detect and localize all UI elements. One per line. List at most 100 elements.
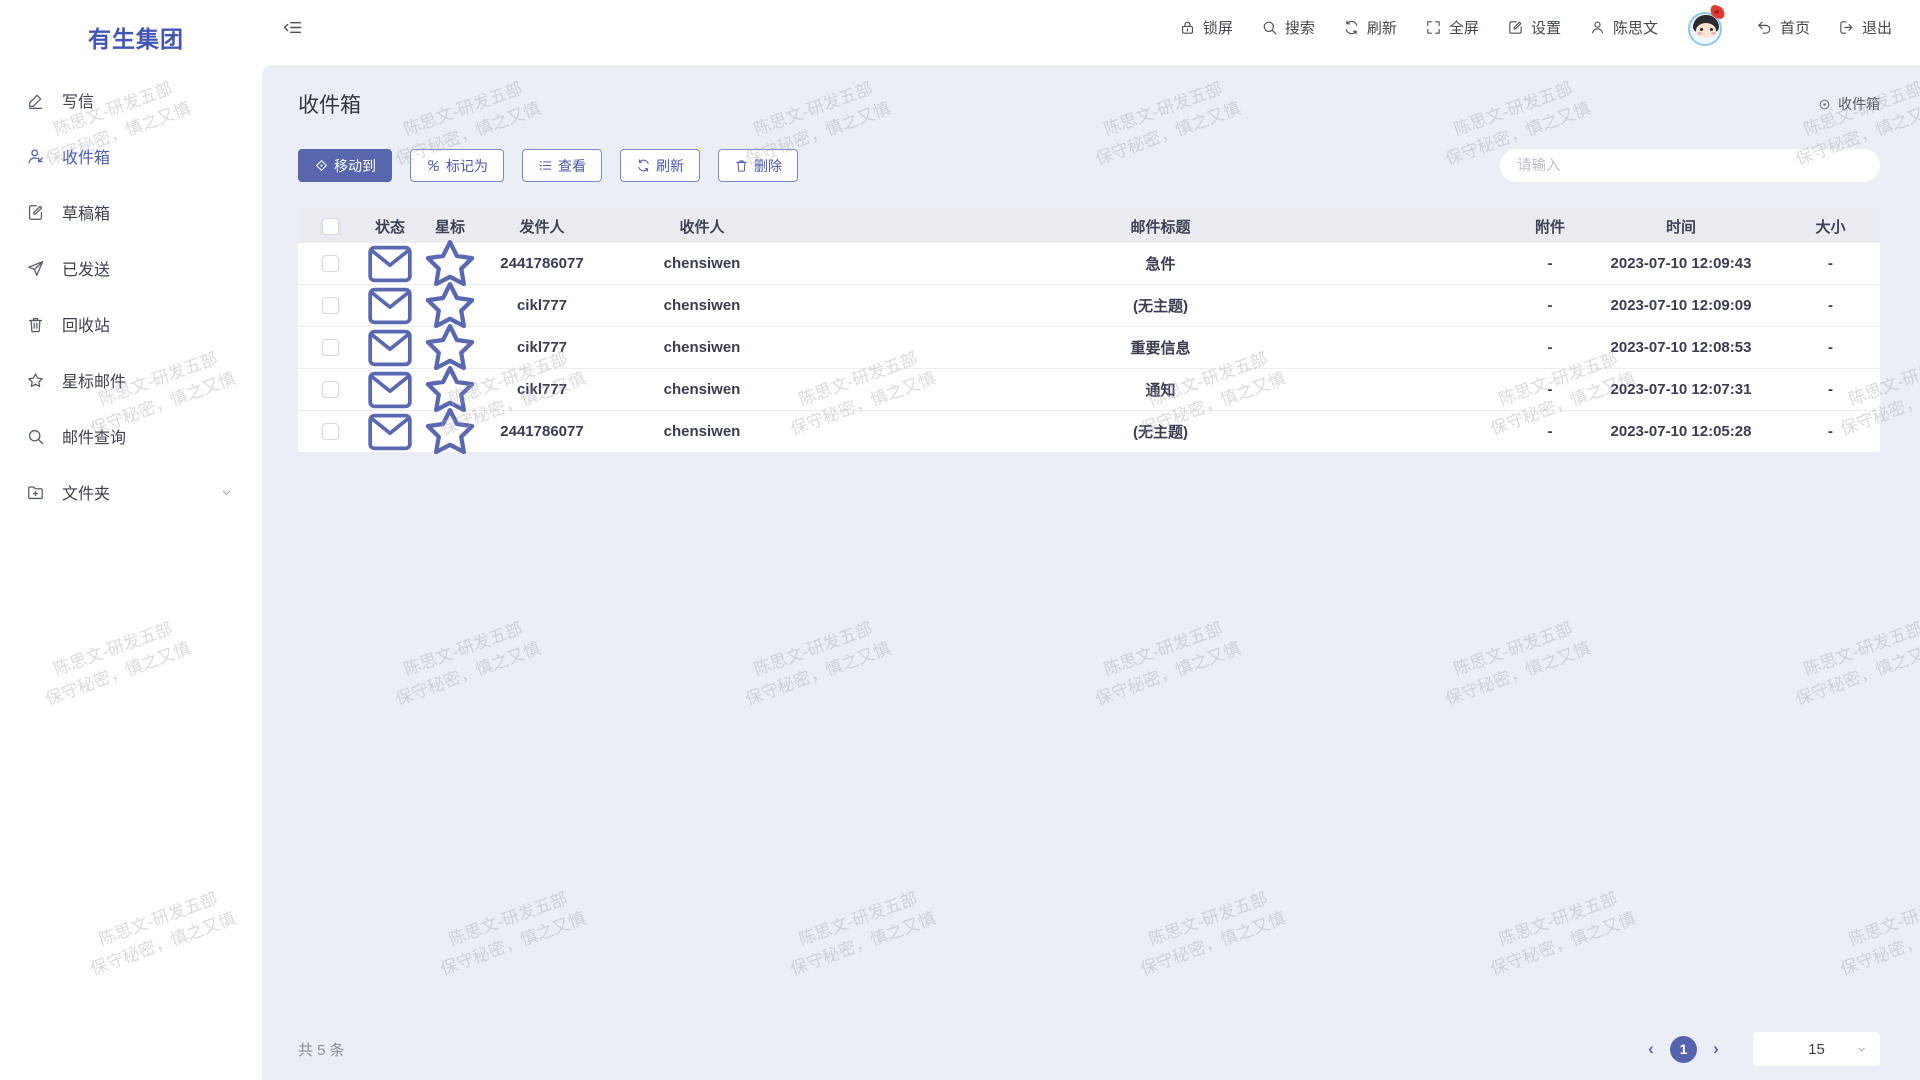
topbar-action-settings[interactable]: 设置	[1507, 17, 1561, 38]
subject-cell: (无主题)	[802, 295, 1519, 316]
star-cell	[418, 400, 482, 464]
sidebar-item-label: 已发送	[62, 256, 110, 280]
user-avatar-image[interactable]	[1686, 7, 1728, 49]
sidebar-item-mail-search[interactable]: 邮件查询	[0, 408, 260, 464]
location-target-icon	[1817, 97, 1832, 112]
topbar-action-label: 全屏	[1449, 17, 1479, 38]
topbar-action-refresh[interactable]: 刷新	[1343, 17, 1397, 38]
time-cell: 2023-07-10 12:08:53	[1581, 339, 1781, 356]
button-label: 查看	[558, 156, 586, 176]
page-header: 收件箱 收件箱	[298, 89, 1880, 119]
button-label: 移动到	[334, 156, 376, 176]
button-label: 删除	[754, 156, 782, 176]
size-cell: -	[1781, 255, 1880, 272]
sidebar-item-drafts[interactable]: 草稿箱	[0, 184, 260, 240]
header-checkbox-cell	[298, 218, 362, 235]
move-button[interactable]: 移动到	[298, 149, 392, 182]
row-checkbox-cell	[298, 339, 362, 356]
sidebar-item-label: 写信	[62, 88, 94, 112]
total-count: 共 5 条	[298, 1039, 345, 1060]
button-label: 刷新	[656, 156, 684, 176]
table-header-row: 状态星标发件人收件人邮件标题附件时间大小	[298, 209, 1880, 243]
collapse-sidebar-icon[interactable]	[282, 17, 303, 38]
row-checkbox[interactable]	[322, 423, 339, 440]
topbar-action-search[interactable]: 搜索	[1261, 17, 1315, 38]
star-icon	[26, 371, 45, 390]
view-icon	[538, 158, 553, 173]
time-cell: 2023-07-10 12:05:28	[1581, 423, 1781, 440]
recipient-cell: chensiwen	[602, 381, 802, 398]
row-checkbox[interactable]	[322, 255, 339, 272]
sidebar-item-label: 草稿箱	[62, 200, 110, 224]
topbar-action-lock[interactable]: 锁屏	[1179, 17, 1233, 38]
mail-row[interactable]: 2441786077chensiwen(无主题)-2023-07-10 12:0…	[298, 411, 1880, 453]
sidebar-item-sent[interactable]: 已发送	[0, 240, 260, 296]
home-icon	[1756, 19, 1773, 36]
mark-button[interactable]: 标记为	[410, 149, 504, 182]
attachment-cell: -	[1519, 423, 1581, 440]
topbar-action-user[interactable]: 陈思文	[1589, 17, 1658, 38]
subject-cell: 通知	[802, 379, 1519, 400]
row-checkbox[interactable]	[322, 339, 339, 356]
subject-cell: (无主题)	[802, 421, 1519, 442]
sidebar-item-folders[interactable]: 文件夹	[0, 464, 260, 520]
column-header: 邮件标题	[802, 216, 1519, 237]
select-all-checkbox[interactable]	[322, 218, 339, 235]
mail-row[interactable]: 2441786077chensiwen急件-2023-07-10 12:09:4…	[298, 243, 1880, 285]
topbar-action-label: 退出	[1862, 17, 1892, 38]
mail-row[interactable]: cikl777chensiwen(无主题)-2023-07-10 12:09:0…	[298, 285, 1880, 327]
inbox-icon	[26, 147, 45, 166]
toolbar-buttons: 移动到 标记为 查看 刷新 删除	[298, 149, 816, 182]
topbar-action-label: 陈思文	[1613, 17, 1658, 38]
time-cell: 2023-07-10 12:07:31	[1581, 381, 1781, 398]
mark-icon	[426, 158, 441, 173]
page-size-select[interactable]: 15	[1753, 1032, 1880, 1066]
attachment-cell: -	[1519, 255, 1581, 272]
topbar-action-label: 刷新	[1367, 17, 1397, 38]
row-checkbox[interactable]	[322, 297, 339, 314]
topbar-action-label: 设置	[1531, 17, 1561, 38]
breadcrumb[interactable]: 收件箱	[1817, 94, 1880, 114]
view-button[interactable]: 查看	[522, 149, 602, 182]
topbar-action-fullscreen[interactable]: 全屏	[1425, 17, 1479, 38]
topbar-action-label: 首页	[1780, 17, 1810, 38]
star-icon[interactable]	[418, 400, 482, 464]
mail-row[interactable]: cikl777chensiwen通知-2023-07-10 12:07:31-	[298, 369, 1880, 411]
breadcrumb-label: 收件箱	[1838, 94, 1880, 114]
size-cell: -	[1781, 423, 1880, 440]
logout-icon	[1838, 19, 1855, 36]
recipient-cell: chensiwen	[602, 339, 802, 356]
topbar-action-logout[interactable]: 退出	[1838, 17, 1892, 38]
sent-icon	[26, 259, 45, 278]
subject-cell: 重要信息	[802, 337, 1519, 358]
app-logo: 有生集团	[0, 0, 260, 54]
row-checkbox[interactable]	[322, 381, 339, 398]
settings-icon	[1507, 19, 1524, 36]
sidebar-item-label: 邮件查询	[62, 424, 126, 448]
row-checkbox-cell	[298, 423, 362, 440]
row-checkbox-cell	[298, 255, 362, 272]
refresh-icon	[636, 158, 651, 173]
drafts-icon	[26, 203, 45, 222]
delete-icon	[734, 158, 749, 173]
trash-icon	[26, 315, 45, 334]
compose-icon	[26, 91, 45, 110]
next-page-button[interactable]: ›	[1708, 1039, 1724, 1059]
mail-table: 状态星标发件人收件人邮件标题附件时间大小 2441786077chensiwen…	[298, 209, 1880, 453]
refresh-button[interactable]: 刷新	[620, 149, 700, 182]
column-header: 状态	[362, 216, 418, 237]
search-input[interactable]	[1500, 149, 1880, 182]
sidebar-item-inbox[interactable]: 收件箱	[0, 128, 260, 184]
sidebar-item-trash[interactable]: 回收站	[0, 296, 260, 352]
mail-row[interactable]: cikl777chensiwen重要信息-2023-07-10 12:08:53…	[298, 327, 1880, 369]
sender-cell: cikl777	[482, 297, 602, 314]
delete-button[interactable]: 删除	[718, 149, 798, 182]
current-page-badge[interactable]: 1	[1670, 1036, 1697, 1063]
sidebar-item-starred[interactable]: 星标邮件	[0, 352, 260, 408]
prev-page-button[interactable]: ‹	[1643, 1039, 1659, 1059]
row-checkbox-cell	[298, 381, 362, 398]
recipient-cell: chensiwen	[602, 423, 802, 440]
attachment-cell: -	[1519, 297, 1581, 314]
topbar-action-home[interactable]: 首页	[1756, 17, 1810, 38]
sidebar-item-compose[interactable]: 写信	[0, 72, 260, 128]
